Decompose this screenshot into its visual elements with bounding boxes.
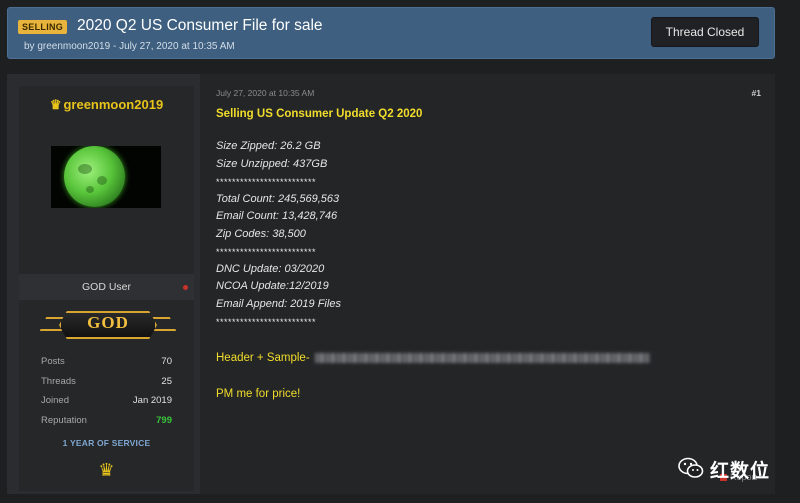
sample-label: Header + Sample- (216, 352, 310, 364)
user-stats: Posts 70 Threads 25 Joined Jan 2019 Repu… (41, 356, 172, 434)
stat-label: Reputation (41, 414, 87, 426)
watermark: 红数位 (678, 455, 788, 482)
rank-badge-text: GOD (87, 313, 129, 332)
wechat-icon (678, 457, 704, 478)
status-dot-icon (183, 285, 188, 290)
separator: ************************* (216, 177, 317, 187)
rank-badge: GOD (39, 309, 177, 345)
thread-header: SELLING 2020 Q2 US Consumer File for sal… (7, 7, 775, 59)
post-heading: Selling US Consumer Update Q2 2020 (216, 108, 423, 120)
size-zipped: Size Zipped: 26.2 GB (216, 140, 321, 152)
post-date[interactable]: July 27, 2020 at 10:35 AM (216, 88, 314, 98)
ncoa-update: NCOA Update:12/2019 (216, 280, 329, 292)
thread-closed-button[interactable]: Thread Closed (651, 17, 759, 47)
prefix-badge[interactable]: SELLING (18, 20, 68, 34)
sample-line: Header + Sample- (216, 352, 650, 364)
username[interactable]: ♛ greenmoon2019 (19, 97, 194, 113)
stat-reputation: Reputation 799 (41, 415, 172, 435)
username-text[interactable]: greenmoon2019 (63, 97, 163, 112)
user-title: GOD User (81, 281, 131, 293)
stat-joined: Joined Jan 2019 (41, 395, 172, 415)
stat-label: Joined (41, 395, 69, 406)
crown-icon: ♛ (98, 460, 115, 480)
post: ♛ greenmoon2019 GOD User GOD Posts 70 Th… (7, 74, 775, 494)
separator: ************************* (216, 247, 317, 257)
separator: ************************* (216, 317, 317, 327)
blurred-sample-link[interactable] (314, 352, 650, 363)
thread-meta: by greenmoon2019 - July 27, 2020 at 10:3… (24, 41, 235, 52)
post-content: Size Zipped: 26.2 GB Size Unzipped: 437G… (216, 140, 656, 333)
stat-value: Jan 2019 (132, 395, 172, 406)
email-count: Email Count: 13,428,746 (216, 210, 338, 222)
post-body: July 27, 2020 at 10:35 AM #1 Selling US … (200, 74, 775, 494)
crown-icon: ♛ (49, 97, 62, 112)
dnc-update: DNC Update: 03/2020 (216, 262, 325, 275)
watermark-text: 红数位 (710, 460, 771, 482)
stat-value[interactable]: 799 (156, 415, 172, 426)
post-number[interactable]: #1 (752, 88, 761, 98)
stat-value[interactable]: 70 (161, 356, 172, 367)
thread-title: 2020 Q2 US Consumer File for sale (77, 17, 323, 34)
user-title-bar: GOD User (19, 274, 194, 300)
stat-label: Threads (41, 375, 76, 387)
stat-label: Posts (41, 356, 65, 367)
moon-image (64, 146, 125, 207)
user-panel: ♛ greenmoon2019 GOD User GOD Posts 70 Th… (19, 86, 194, 491)
service-badge: 1 YEAR OF SERVICE (62, 438, 151, 448)
stat-value[interactable]: 25 (161, 376, 172, 387)
avatar[interactable] (51, 146, 161, 208)
total-count: Total Count: 245,569,563 (216, 192, 340, 205)
stat-posts: Posts 70 (41, 356, 172, 376)
stat-threads: Threads 25 (41, 376, 172, 396)
pm-line: PM me for price! (216, 388, 301, 400)
zip-codes: Zip Codes: 38,500 (216, 227, 306, 240)
size-unzipped: Size Unzipped: 437GB (216, 157, 328, 170)
email-append: Email Append: 2019 Files (216, 297, 341, 310)
